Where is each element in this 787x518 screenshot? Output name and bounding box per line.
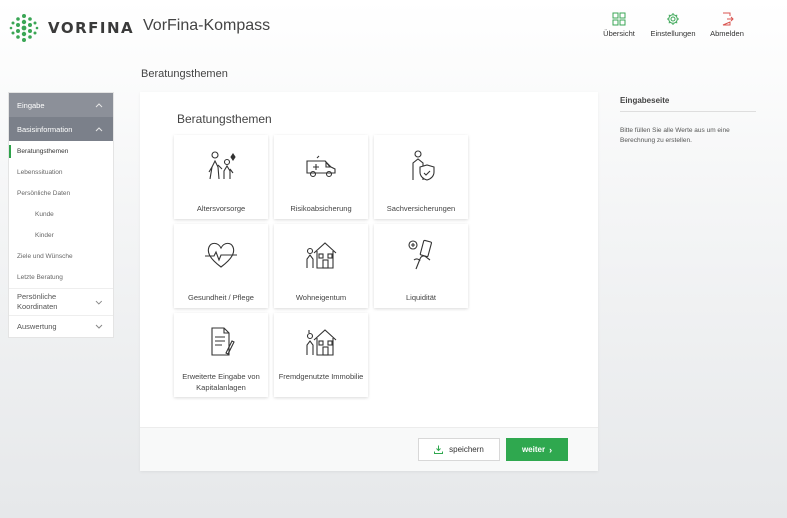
sidebar-item-lebenssituation[interactable]: Lebenssituation (9, 162, 113, 183)
tile-gesundheit-pflege[interactable]: Gesundheit / Pflege (174, 224, 268, 308)
tile-label: Wohneigentum (295, 293, 347, 302)
tile-label: Altersvorsorge (196, 204, 246, 213)
tile-label: Liquidität (405, 293, 437, 302)
tile-label: Fremdgenutzte Immobilie (278, 372, 364, 381)
overview-label: Übersicht (603, 29, 635, 38)
tile-label: Gesundheit / Pflege (188, 293, 254, 302)
tile-label: Sachversicherungen (386, 204, 456, 213)
info-text: Bitte füllen Sie alle Werte aus um eine … (620, 127, 730, 144)
sidebar-group-persoenliche-koordinaten[interactable]: Persönliche Koordinaten (9, 288, 113, 315)
sidebar-group-label: Persönliche Koordinaten (17, 292, 58, 311)
settings-label: Einstellungen (650, 29, 696, 38)
house-person-icon (306, 242, 337, 269)
ambulance-icon (306, 155, 336, 178)
sidebar-item-kunde[interactable]: Kunde (9, 204, 113, 225)
tile-risikoabsicherung[interactable]: Risikoabsicherung (274, 135, 368, 219)
card-title: Beratungsthemen (177, 112, 272, 126)
app-header: VORFINA VorFina-Kompass Übersicht Einste… (0, 0, 787, 58)
chevron-down-icon (95, 300, 103, 305)
settings-button[interactable]: Einstellungen (647, 12, 699, 38)
tile-label: Risikoabsicherung (290, 204, 352, 213)
next-label: weiter (521, 445, 546, 454)
overview-button[interactable]: Übersicht (593, 12, 645, 38)
sidebar-item-beratungsthemen[interactable]: Beratungsthemen (9, 141, 113, 162)
hand-phone-icon (408, 239, 433, 270)
tile-sachversicherungen[interactable]: Sachversicherungen (374, 135, 468, 219)
gear-icon (667, 13, 679, 25)
document-pen-icon (211, 327, 235, 356)
card-footer: speichern weiter › (140, 427, 598, 471)
tile-altersvorsorge[interactable]: Altersvorsorge (174, 135, 268, 219)
sidebar-item-persoenliche-daten[interactable]: Persönliche Daten (9, 183, 113, 204)
tile-liquiditaet[interactable]: Liquidität (374, 224, 468, 308)
main-card: Beratungsthemen Altersvorsorge Risikoabs… (140, 92, 598, 471)
app-title: VorFina-Kompass (143, 17, 271, 34)
chevron-down-icon (95, 324, 103, 329)
info-panel: Eingabeseite Bitte füllen Sie alle Werte… (620, 96, 756, 146)
sidebar-group-label: Basisinformation (17, 124, 73, 134)
tile-erweiterte-eingabe-kapitalanlagen[interactable]: Erweiterte Eingabe von Kapitalanlagen (174, 313, 268, 397)
brand-logo[interactable]: VORFINA (8, 12, 134, 44)
logout-button[interactable]: Abmelden (701, 12, 753, 38)
next-button[interactable]: weiter › (506, 438, 568, 461)
sidebar-item-letzte-beratung[interactable]: Letzte Beratung (9, 267, 113, 288)
save-label: speichern (449, 445, 484, 454)
rental-house-icon (306, 329, 337, 356)
elderly-couple-icon (208, 151, 236, 180)
person-shield-icon (412, 150, 435, 181)
sidebar-item-kinder[interactable]: Kinder (9, 225, 113, 246)
info-title: Eingabeseite (620, 96, 756, 112)
top-actions: Übersicht Einstellungen Abmelden (591, 12, 753, 38)
save-button[interactable]: speichern (418, 438, 500, 461)
tile-label: Erweiterte Eingabe von Kapitalanlagen (182, 372, 260, 392)
sidebar-group-label: Auswertung (17, 321, 57, 331)
sidebar-group-auswertung[interactable]: Auswertung (9, 315, 113, 337)
chevron-up-icon (95, 126, 103, 131)
page-heading: Beratungsthemen (141, 68, 228, 80)
grid-icon (612, 12, 626, 26)
sidebar-nav: Eingabe Basisinformation Beratungsthemen… (8, 92, 114, 338)
chevron-right-icon: › (549, 444, 553, 455)
sidebar-group-label: Eingabe (17, 100, 45, 110)
download-icon (434, 445, 444, 454)
tile-wohneigentum[interactable]: Wohneigentum (274, 224, 368, 308)
tile-fremdgenutzte-immobilie[interactable]: Fremdgenutzte Immobilie (274, 313, 368, 397)
vorfina-logo-icon (9, 14, 39, 42)
sidebar-group-basisinformation[interactable]: Basisinformation (9, 117, 113, 141)
heart-pulse-icon (205, 242, 237, 268)
chevron-up-icon (95, 102, 103, 107)
logout-icon (722, 12, 734, 26)
sidebar-item-ziele-und-wuensche[interactable]: Ziele und Wünsche (9, 246, 113, 267)
sidebar-group-eingabe[interactable]: Eingabe (9, 93, 113, 117)
brand-name: VORFINA (48, 19, 135, 37)
logout-label: Abmelden (710, 29, 744, 38)
